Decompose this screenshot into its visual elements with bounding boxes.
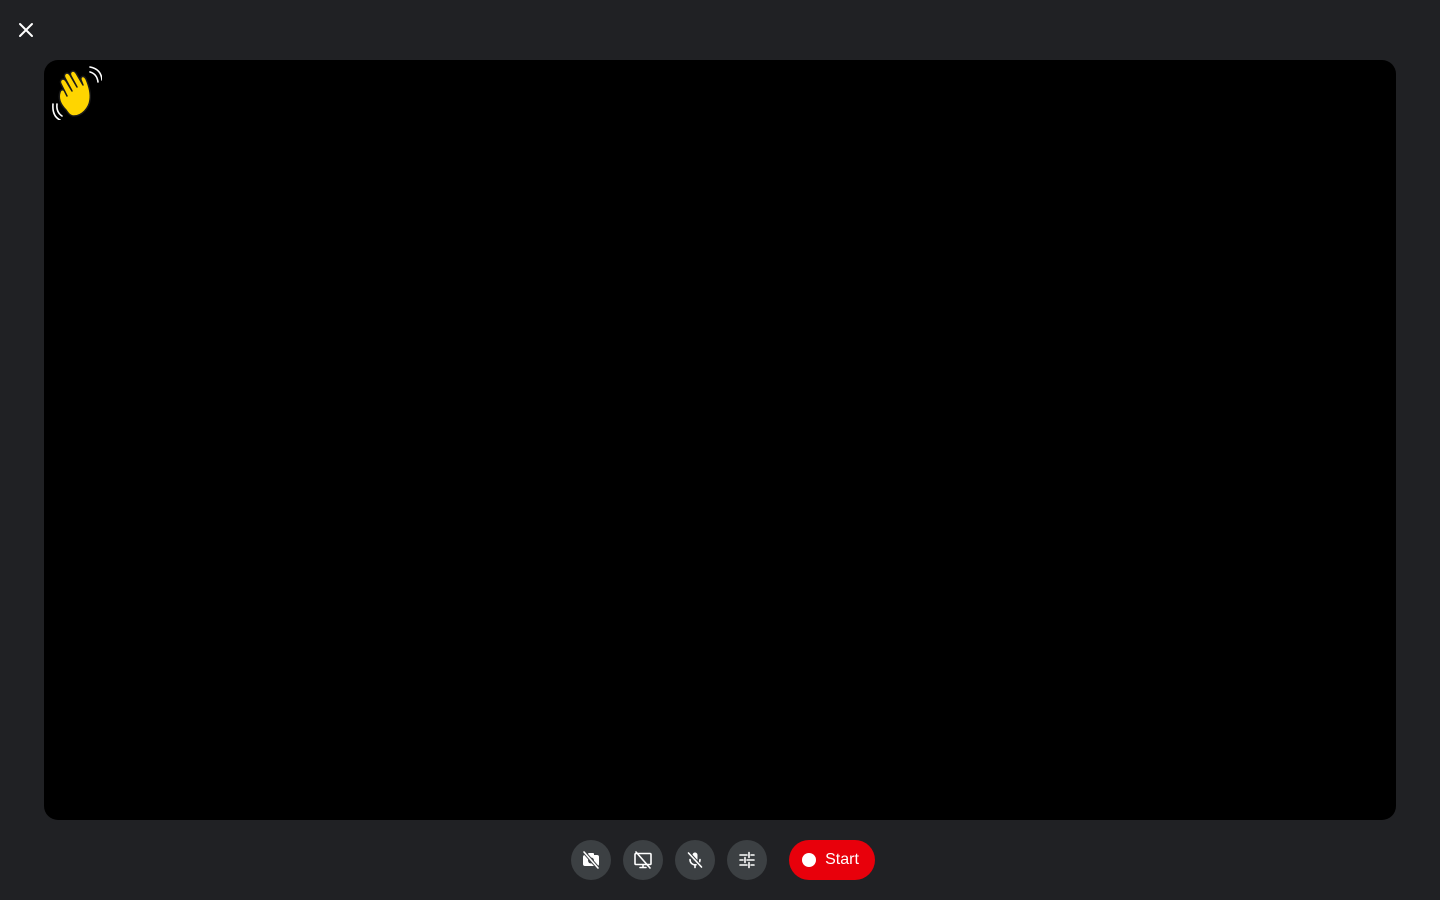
screen-share-off-icon (634, 851, 652, 869)
close-button[interactable] (10, 14, 42, 46)
close-icon (19, 23, 33, 37)
microphone-toggle-button[interactable] (675, 840, 716, 880)
video-preview (44, 60, 1396, 820)
control-bar: Start (0, 840, 1440, 880)
recorder-window: Start (0, 0, 1440, 900)
screen-share-toggle-button[interactable] (623, 840, 664, 880)
camera-toggle-button[interactable] (571, 840, 612, 880)
record-dot-icon (802, 853, 817, 867)
start-recording-button[interactable]: Start (789, 840, 875, 880)
mic-off-icon (687, 851, 703, 869)
camera-off-icon (582, 850, 600, 870)
start-label: Start (825, 851, 859, 868)
waving-hand-icon (52, 66, 102, 120)
sliders-icon (739, 851, 755, 869)
settings-button[interactable] (727, 840, 768, 880)
